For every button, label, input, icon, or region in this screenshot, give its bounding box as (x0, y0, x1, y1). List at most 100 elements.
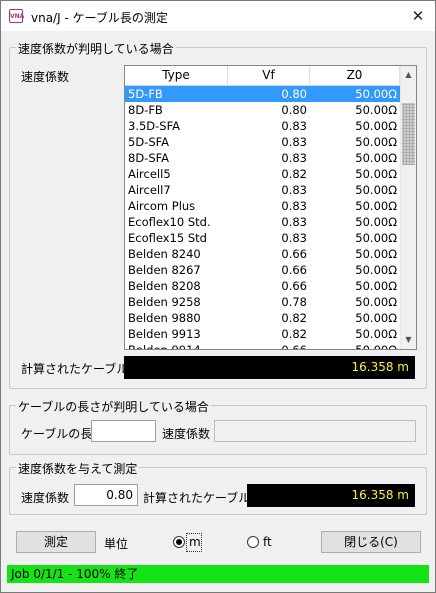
cell-z0: 50.00Ω (355, 343, 397, 350)
cell-type: 8D-FB (128, 103, 163, 117)
unit-m-radio[interactable] (173, 536, 185, 548)
cell-vf: 0.82 (281, 327, 307, 341)
table-row[interactable]: Ecoflex15 Std 0.83 50.00Ω (125, 230, 400, 246)
table-row[interactable]: Aircell5 0.82 50.00Ω (125, 166, 400, 182)
cell-z0: 50.00Ω (355, 87, 397, 101)
length-vf-label: 速度係数 (162, 427, 211, 441)
computed-length-display: 16.358 m (124, 356, 415, 379)
table-body: 5D-FB 0.80 50.00Ω 8D-FB 0.80 50.00Ω 3.5D-SFA 0.… (125, 86, 400, 350)
cell-z0: 50.00Ω (355, 215, 397, 229)
cell-type: Aircom Plus (128, 199, 196, 213)
column-header-vf[interactable]: Vf (228, 66, 310, 85)
table-row[interactable]: 8D-SFA 0.83 50.00Ω (125, 150, 400, 166)
cell-z0: 50.00Ω (355, 151, 397, 165)
cell-type: Belden 8240 (128, 247, 201, 261)
cell-type: Ecoflex10 Std. (128, 215, 211, 229)
column-header-z0[interactable]: Z0 (310, 66, 400, 85)
table-row[interactable]: Belden 9258 0.78 50.00Ω (125, 294, 400, 310)
table-row[interactable]: Belden 9880 0.82 50.00Ω (125, 310, 400, 326)
cell-vf: 0.66 (281, 263, 307, 277)
table-row[interactable]: Belden 9913 0.82 50.00Ω (125, 326, 400, 342)
cell-type: Ecoflex15 Std (128, 231, 207, 245)
cell-type: 3.5D-SFA (128, 119, 181, 133)
window-title: vna/J - ケーブル長の測定 (31, 11, 168, 25)
close-icon[interactable]: ✕ (407, 5, 429, 27)
cell-vf: 0.83 (281, 119, 307, 133)
given-vf-label: 速度係数 (21, 491, 70, 505)
cell-z0: 50.00Ω (355, 199, 397, 213)
cable-length-input[interactable] (91, 420, 156, 442)
cell-z0: 50.00Ω (355, 247, 397, 261)
cell-z0: 50.00Ω (355, 231, 397, 245)
cell-type: 8D-SFA (128, 151, 170, 165)
cell-vf: 0.83 (281, 151, 307, 165)
cell-vf: 0.80 (281, 87, 307, 101)
cell-z0: 50.00Ω (355, 183, 397, 197)
table-row[interactable]: 5D-FB 0.80 50.00Ω (125, 86, 400, 102)
cell-type: Belden 8208 (128, 279, 201, 293)
unit-ft-radio[interactable] (247, 536, 259, 548)
app-icon: VNA (9, 9, 24, 23)
table-row[interactable]: Belden 9914 0.66 50.00Ω (125, 342, 400, 350)
cell-type: Belden 9880 (128, 311, 201, 325)
table-row[interactable]: Belden 8208 0.66 50.00Ω (125, 278, 400, 294)
measure-button[interactable]: 測定 (16, 531, 96, 553)
vf-label: 速度係数 (21, 70, 70, 84)
scroll-down-icon[interactable]: ▼ (401, 332, 416, 348)
cell-vf: 0.83 (281, 231, 307, 245)
cell-type: Belden 8267 (128, 263, 201, 277)
cell-z0: 50.00Ω (355, 279, 397, 293)
cell-z0: 50.00Ω (355, 167, 397, 181)
cell-type: Belden 9258 (128, 295, 201, 309)
cell-vf: 0.80 (281, 103, 307, 117)
title-bar[interactable]: VNA vna/J - ケーブル長の測定 ✕ (1, 1, 435, 31)
table-row[interactable]: Aircom Plus 0.83 50.00Ω (125, 198, 400, 214)
column-header-type[interactable]: Type (125, 66, 228, 85)
table-row[interactable]: 5D-SFA 0.83 50.00Ω (125, 134, 400, 150)
vf-given-legend: 速度係数を与えて測定 (16, 460, 140, 477)
table-row[interactable]: Aircell7 0.83 50.00Ω (125, 182, 400, 198)
unit-m-label[interactable]: m (189, 535, 201, 549)
cell-vf: 0.82 (281, 311, 307, 325)
cell-vf: 0.83 (281, 199, 307, 213)
scroll-up-icon[interactable]: ▲ (401, 67, 416, 83)
cell-vf: 0.78 (281, 295, 307, 309)
cell-z0: 50.00Ω (355, 103, 397, 117)
cell-type: 5D-FB (128, 87, 163, 101)
table-row[interactable]: 8D-FB 0.80 50.00Ω (125, 102, 400, 118)
table-row[interactable]: Belden 8240 0.66 50.00Ω (125, 246, 400, 262)
unit-label: 単位 (104, 537, 129, 551)
table-row[interactable]: Ecoflex10 Std. 0.83 50.00Ω (125, 214, 400, 230)
length-known-legend: ケーブルの長さが判明している場合 (16, 398, 211, 415)
cell-type: 5D-SFA (128, 135, 170, 149)
cell-vf: 0.83 (281, 183, 307, 197)
cell-type: Belden 9913 (128, 327, 201, 341)
cell-vf: 0.66 (281, 279, 307, 293)
unit-ft-label[interactable]: ft (263, 535, 272, 549)
given-computed-length-label: 計算されたケーブル長 (143, 491, 263, 505)
given-computed-length-display: 16.358 m (247, 484, 415, 507)
cell-z0: 50.00Ω (355, 327, 397, 341)
cell-z0: 50.00Ω (355, 263, 397, 277)
table-row[interactable]: Belden 8267 0.66 50.00Ω (125, 262, 400, 278)
cell-vf: 0.83 (281, 215, 307, 229)
cell-type: Aircell5 (128, 167, 171, 181)
cable-length-dialog: VNA vna/J - ケーブル長の測定 ✕ 速度係数が判明している場合 速度係… (0, 0, 436, 593)
cell-type: Belden 9914 (128, 343, 201, 350)
cell-z0: 50.00Ω (355, 119, 397, 133)
close-button[interactable]: 閉じる(C) (321, 531, 421, 553)
length-vf-field (214, 420, 416, 442)
cell-z0: 50.00Ω (355, 311, 397, 325)
given-vf-input[interactable]: 0.80 (74, 484, 138, 506)
cell-vf: 0.82 (281, 167, 307, 181)
computed-length-label: 計算されたケーブル長 (21, 362, 141, 376)
status-bar: Job 0/1/1 - 100% 終了 (7, 565, 429, 583)
scrollbar-thumb[interactable] (402, 103, 415, 165)
cable-type-table[interactable]: Type Vf Z0 5D-FB 0.80 50.00Ω 8D-FB 0.80 50.00… (124, 65, 417, 350)
table-row[interactable]: 3.5D-SFA 0.83 50.00Ω (125, 118, 400, 134)
table-header: Type Vf Z0 (125, 66, 400, 86)
cell-vf: 0.66 (281, 247, 307, 261)
cell-vf: 0.66 (281, 343, 307, 350)
vf-known-legend: 速度係数が判明している場合 (16, 40, 176, 57)
table-scrollbar[interactable]: ▲ ▼ (400, 66, 416, 349)
